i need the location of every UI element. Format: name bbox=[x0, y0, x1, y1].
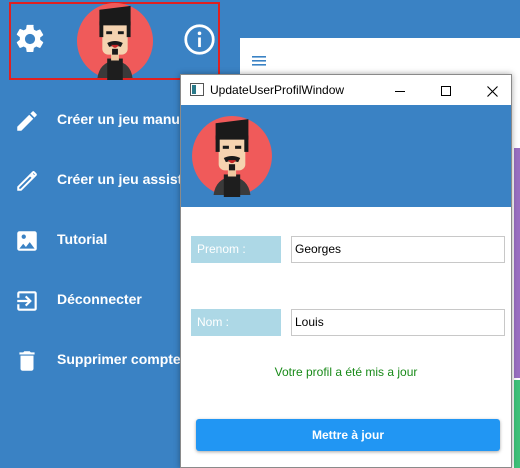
background-purple-strip bbox=[514, 148, 520, 378]
sidebar-item-label: Déconnecter bbox=[57, 291, 142, 307]
sidebar-item-tutorial[interactable]: Tutorial bbox=[0, 220, 180, 260]
trash-icon bbox=[19, 351, 35, 371]
dialog-header bbox=[181, 105, 511, 207]
minimize-button[interactable] bbox=[377, 75, 423, 105]
status-message: Votre profil a été mis a jour bbox=[274, 365, 418, 379]
close-icon bbox=[486, 85, 498, 97]
app-window-icon bbox=[190, 83, 204, 96]
update-button[interactable]: Mettre à jour bbox=[196, 419, 500, 451]
dialog-title: UpdateUserProfilWindow bbox=[210, 83, 345, 97]
gear-icon[interactable] bbox=[13, 22, 47, 56]
image-icon bbox=[17, 231, 37, 251]
sidebar-item-delete-account[interactable]: Supprimer compte bbox=[0, 340, 181, 380]
pencil-icon bbox=[17, 111, 37, 131]
minimize-icon bbox=[395, 91, 405, 93]
avatar[interactable] bbox=[191, 115, 273, 197]
info-icon[interactable] bbox=[183, 23, 216, 56]
avatar[interactable] bbox=[75, 2, 155, 80]
sidebar-item-label: Supprimer compte bbox=[57, 351, 181, 367]
lastname-input[interactable]: Louis bbox=[291, 309, 505, 336]
dialog-titlebar[interactable]: UpdateUserProfilWindow bbox=[181, 75, 511, 105]
firstname-input[interactable]: Georges bbox=[291, 236, 505, 263]
sidebar-item-label: Créer un jeu assisté bbox=[57, 171, 191, 187]
sidebar-item-create-manual[interactable]: Créer un jeu manuel bbox=[0, 100, 192, 140]
firstname-label: Prenom : bbox=[191, 236, 281, 263]
maximize-button[interactable] bbox=[423, 75, 469, 105]
sidebar-item-label: Tutorial bbox=[57, 231, 108, 247]
background-green-strip bbox=[514, 380, 520, 468]
sidebar-item-label: Créer un jeu manuel bbox=[57, 111, 192, 127]
hamburger-menu-icon[interactable] bbox=[252, 56, 266, 66]
update-profile-dialog: UpdateUserProfilWindow Prenom : Georges … bbox=[180, 74, 512, 468]
lastname-label: Nom : bbox=[191, 309, 281, 336]
maximize-icon bbox=[441, 86, 451, 97]
logout-icon bbox=[17, 291, 37, 311]
sidebar-item-create-assisted[interactable]: Créer un jeu assisté bbox=[0, 160, 190, 200]
sidebar-item-logout[interactable]: Déconnecter bbox=[0, 280, 180, 320]
pencil-icon bbox=[17, 171, 37, 191]
close-button[interactable] bbox=[469, 75, 515, 105]
